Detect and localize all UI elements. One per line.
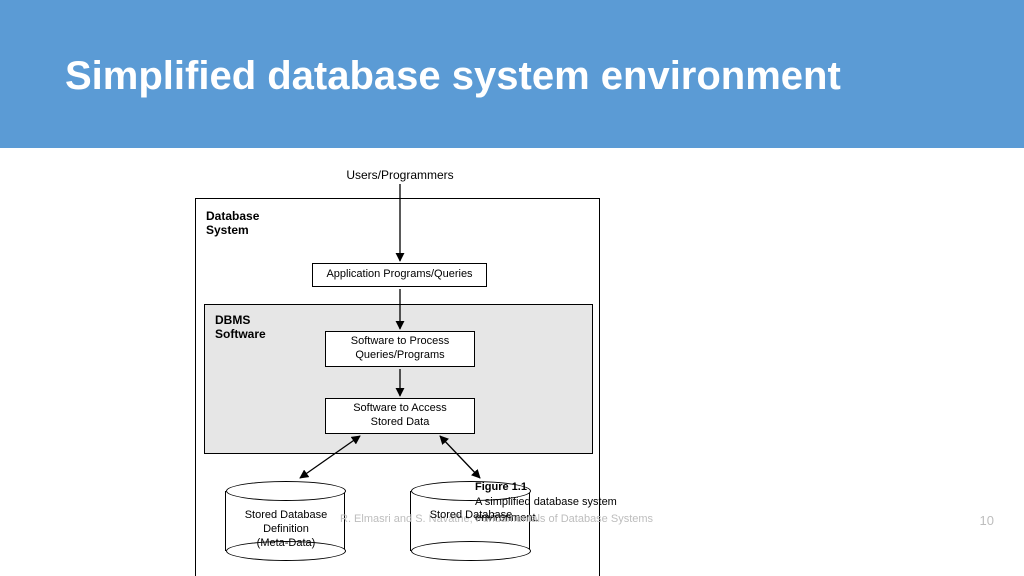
cylinder-meta-data: Stored DatabaseDefinition(Meta-Data) [225,491,345,551]
figure-number: Figure 1.1 [475,481,527,493]
slide-content: Users/Programmers DatabaseSystem DBMSSof… [0,148,1024,576]
node-process-queries: Software to ProcessQueries/Programs [325,331,475,367]
slide-header: Simplified database system environment [0,0,1024,148]
page-number: 10 [980,513,994,528]
node-access-stored-data: Software to AccessStored Data [325,398,475,434]
database-system-label: DatabaseSystem [206,209,259,238]
node-application-programs: Application Programs/Queries [312,263,487,287]
slide-title: Simplified database system environment [65,52,841,100]
cylinder-stored-database-label: Stored Database [411,509,531,523]
dbms-software-label: DBMSSoftware [215,313,266,342]
cylinder-meta-data-label: Stored DatabaseDefinition(Meta-Data) [226,509,346,550]
users-label: Users/Programmers [300,168,500,182]
